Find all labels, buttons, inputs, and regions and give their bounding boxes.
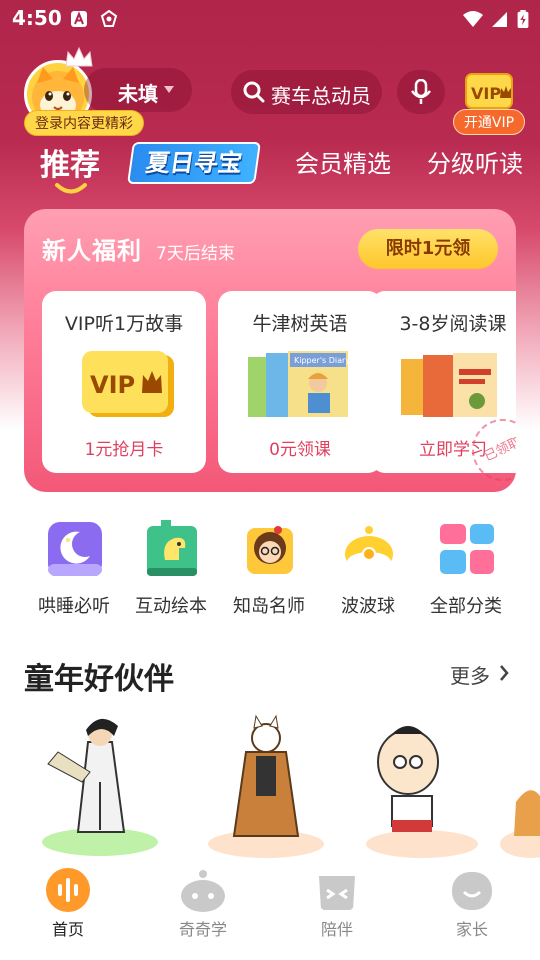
category-label: 知岛名师 — [233, 596, 305, 617]
open-vip-button[interactable]: 开通VIP — [453, 109, 525, 135]
newbie-countdown: 7天后结束 — [156, 244, 235, 264]
chevron-right-icon[interactable] — [498, 664, 510, 682]
tab-summer-treasure[interactable]: 夏日寻宝 — [127, 142, 261, 184]
offer-card-oxford[interactable]: 牛津树英语 Kipper's Diary 0元领课 — [218, 291, 382, 473]
category-all[interactable]: 全部分类 — [422, 520, 510, 620]
tab-active-indicator — [55, 183, 87, 194]
crown-icon — [65, 46, 93, 67]
reading-books-icon — [401, 353, 497, 417]
category-bobo-ball[interactable]: 波波球 — [324, 520, 412, 620]
newbie-benefits-card: 新人福利 7天后结束 限时1元领 VIP听1万故事 VIP 1元抢月卡 牛津树英… — [24, 209, 516, 492]
category-label: 波波球 — [341, 596, 395, 617]
nav-qiqi-learn[interactable]: 奇奇学 — [153, 858, 253, 948]
oxford-books-icon: Kipper's Diary — [248, 351, 350, 417]
category-teacher[interactable]: 知岛名师 — [225, 520, 313, 620]
partner-character-boy[interactable] — [352, 712, 502, 862]
font-notification-icon — [71, 11, 87, 27]
vip-icon[interactable]: VIP — [464, 70, 514, 110]
robot-icon — [181, 870, 225, 912]
moon-icon — [48, 522, 102, 576]
svg-text:VIP: VIP — [471, 84, 501, 103]
category-sleep[interactable]: 哄睡必听 — [30, 520, 118, 620]
username-selector[interactable]: 未填 — [84, 68, 192, 112]
category-picture-book[interactable]: 互动绘本 — [127, 520, 215, 620]
search-bar[interactable]: 赛车总动员 — [231, 70, 382, 114]
home-wave-icon — [46, 868, 90, 912]
teacher-icon — [247, 526, 293, 574]
search-icon — [243, 81, 265, 103]
nav-companion[interactable]: 陪伴 — [287, 858, 387, 948]
username-label: 未填 — [118, 82, 158, 106]
nav-label: 首页 — [51, 920, 84, 939]
tab-recommend[interactable]: 推荐 — [40, 140, 100, 184]
category-label: 互动绘本 — [135, 596, 207, 617]
nav-label: 奇奇学 — [178, 920, 227, 939]
claim-button[interactable]: 限时1元领 — [358, 229, 498, 269]
signal-icon — [492, 12, 507, 27]
microphone-icon — [411, 79, 431, 104]
nav-home[interactable]: 首页 — [18, 858, 118, 948]
section-more-link[interactable]: 更多 — [450, 660, 490, 689]
section-title: 童年好伙伴 — [24, 662, 174, 697]
nav-label: 家长 — [455, 920, 488, 939]
status-bar: 4:50 — [0, 0, 540, 40]
partner-character-detective-cat[interactable] — [190, 712, 340, 862]
offer-title: 牛津树英语 — [252, 313, 348, 335]
parents-icon — [452, 872, 492, 910]
search-hint: 赛车总动员 — [271, 84, 371, 108]
nav-label: 陪伴 — [320, 920, 353, 939]
caret-down-icon — [164, 86, 174, 93]
category-label: 哄睡必听 — [38, 596, 110, 617]
tab-graded-reading[interactable]: 分级听读 — [427, 144, 523, 179]
ball-icon — [345, 526, 393, 572]
vip-card-icon: VIP — [82, 351, 174, 417]
game-notification-icon — [100, 10, 118, 27]
dino-book-icon — [147, 520, 197, 576]
login-badge[interactable]: 登录内容更精彩 — [24, 110, 144, 136]
newbie-title: 新人福利 — [42, 237, 142, 265]
offer-cta: 1元抢月卡 — [84, 440, 164, 460]
bottom-navigation: 首页 奇奇学 陪伴 家长 — [0, 858, 540, 960]
category-label: 全部分类 — [430, 596, 502, 617]
offer-title: VIP听1万故事 — [64, 313, 184, 335]
offer-card-vip[interactable]: VIP听1万故事 VIP 1元抢月卡 — [42, 291, 206, 473]
battery-icon — [517, 10, 529, 28]
status-time: 4:50 — [12, 6, 62, 30]
wifi-icon — [463, 11, 483, 27]
partner-character-partial[interactable] — [500, 712, 540, 862]
partner-character-warrior[interactable] — [28, 712, 178, 862]
offer-cta: 0元领课 — [269, 440, 331, 460]
grid-icon — [440, 524, 494, 574]
companion-face-icon — [319, 876, 355, 910]
voice-search-button[interactable] — [397, 70, 445, 114]
offer-title: 3-8岁阅读课 — [399, 313, 507, 335]
nav-parents[interactable]: 家长 — [422, 858, 522, 948]
tab-member-picks[interactable]: 会员精选 — [295, 144, 391, 179]
vip-card-text: VIP — [90, 371, 135, 399]
book-title: Kipper's Diary — [294, 356, 350, 365]
